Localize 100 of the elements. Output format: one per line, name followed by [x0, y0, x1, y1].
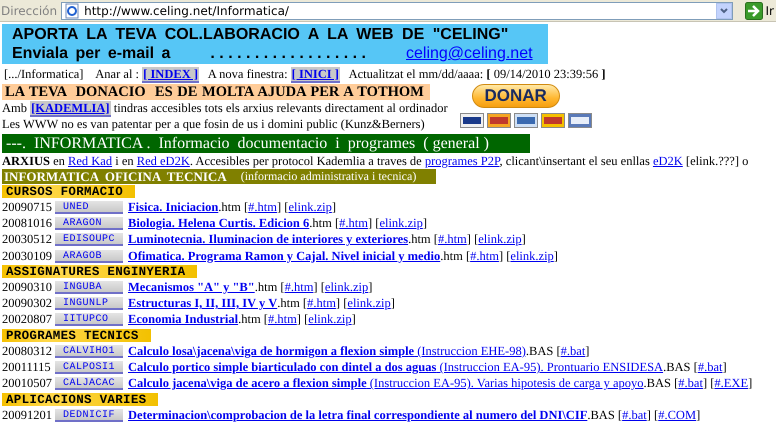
address-label: Dirección — [0, 4, 58, 18]
bracket-text: [ — [673, 376, 678, 392]
file-link[interactable]: Calculo portico simple biarticulado con dintel a dos aguas (Instruccion EA-95). Prontuario ENSIDESA — [128, 360, 664, 376]
code-tag[interactable]: ARAGOB — [55, 250, 123, 263]
download-link[interactable]: #.htm — [248, 200, 277, 215]
download-link[interactable]: elink.zip — [324, 280, 368, 295]
download-link[interactable]: #.EXE — [714, 376, 748, 392]
download-link[interactable]: #.htm — [339, 216, 368, 231]
bracket-text: [ — [473, 232, 478, 248]
date-text: 20030109 — [2, 248, 53, 264]
file-link[interactable]: Luminotecnia. Iluminacion de interiores y exteriores — [128, 232, 408, 248]
date-text: 20090715 — [2, 200, 53, 215]
email-link[interactable]: celing@celing.net — [406, 44, 533, 63]
download-link[interactable]: #.bat — [622, 408, 647, 423]
arxius-text: ARXIUS en Red Kad i en Red eD2K. Accesibles per protocol Kademlia a traves de programes P2P, clicant\insertant el seu enllas eD2K [elink.???] o — [2, 153, 750, 169]
card-icon — [540, 113, 565, 128]
nav-button[interactable]: [KADEMLIA] — [30, 101, 111, 117]
dotted-text: . . . . . . . . . . . . . . . . . . — [210, 44, 366, 63]
download-link[interactable]: #.bat — [678, 376, 703, 392]
bracket-text: ] — [748, 376, 752, 392]
bracket-text: ] — [498, 248, 504, 264]
donate-button[interactable]: DONAR — [472, 84, 560, 108]
bracket-text: ] — [646, 408, 651, 423]
code-tag[interactable]: EDISOUPC — [55, 233, 123, 246]
download-link[interactable]: #.htm — [470, 248, 499, 264]
bracket-text: [ — [302, 296, 308, 312]
download-link[interactable]: #.htm — [438, 232, 467, 248]
download-link[interactable]: elink.zip — [510, 248, 554, 264]
section-header: PROGRAMES TECNICS — [2, 329, 151, 342]
download-link[interactable]: elink.zip — [478, 232, 522, 248]
bracket-text: ] — [313, 280, 318, 295]
date-text: 20011115 — [2, 360, 52, 376]
download-link[interactable]: elink.zip — [347, 296, 391, 312]
category-bar: ---. INFORMATICA . Informacio documentacio i programes ( general ) — [2, 134, 530, 153]
bracket-text: ] — [585, 344, 590, 359]
file-link[interactable]: Fisica. Iniciacion — [128, 200, 218, 215]
link[interactable]: eD2K — [652, 154, 683, 168]
file-link[interactable]: Calculo jacena\viga de acero a flexion simple (Instruccion EA-95). Varias hipotesis de carga y apoyo — [128, 376, 644, 392]
download-link[interactable]: #.bat — [560, 344, 586, 359]
file-link[interactable]: Biologia. Helena Curtis. Edicion 6 — [128, 216, 310, 231]
bracket-text: ] — [522, 232, 526, 248]
code-tag[interactable]: IITUPCO — [55, 313, 123, 326]
file-extension: .htm — [309, 216, 332, 231]
bracket-text: [ — [505, 248, 510, 264]
code-tag[interactable]: CALPOSI1 — [55, 361, 123, 374]
download-link[interactable]: #.COM — [658, 408, 696, 423]
file-link[interactable]: Determinacion\comprobacion de la letra final correspondiente al numero del DNI\CIF — [128, 408, 588, 423]
nav-button[interactable]: [ INICI ] — [290, 67, 340, 83]
file-link[interactable]: Calculo losa\jacena\viga de hormigon a flexion simple (Instruccion EHE-98) — [128, 344, 526, 359]
code-tag[interactable]: INGUBA — [55, 280, 123, 294]
bracket-text: [ — [709, 376, 714, 392]
code-tag[interactable]: CALVIHO1 — [55, 344, 123, 358]
section-header: APLICACIONS VARIES — [2, 392, 158, 406]
code-tag[interactable]: UNED — [55, 200, 123, 214]
bracket-text: [ — [653, 408, 658, 423]
card-icon — [460, 113, 484, 128]
file-link[interactable]: Ofimatica. Programa Ramon y Cajal. Nivel inicial y medio — [128, 248, 440, 264]
card-icon — [514, 113, 538, 128]
link[interactable]: Red Kad — [68, 154, 112, 168]
nav-button[interactable]: [ INDEX ] — [142, 67, 200, 83]
date-text: 20091201 — [2, 408, 53, 423]
card-icon — [486, 113, 511, 128]
bracket-text: [ — [320, 280, 325, 295]
go-button[interactable]: Ir — [762, 4, 776, 18]
bracket-text: ] — [332, 200, 336, 215]
file-link[interactable]: Mecanismos "A" y "B" — [128, 280, 255, 295]
link[interactable]: Red eD2K — [136, 154, 190, 168]
file-extension: .BAS — [587, 408, 615, 423]
file-extension: .htm — [440, 248, 463, 264]
file-extension: .BAS — [526, 344, 554, 359]
date-text: 20081016 — [2, 216, 53, 231]
download-link[interactable]: elink.zip — [308, 312, 352, 328]
bracket-text: [ — [279, 280, 285, 295]
code-tag[interactable]: DEDNICIF — [55, 408, 123, 422]
address-field[interactable]: http://www.celing.net/Informatica/ — [61, 2, 733, 20]
bracket-text: ] — [702, 376, 708, 392]
download-link[interactable]: #.htm — [268, 312, 297, 328]
bracket-text: [ — [262, 312, 268, 328]
kademlia-text: Amb [KADEMLIA] tindras accesibles tots els arxius relevants directament al ordinador — [2, 100, 448, 116]
bracket-text: ] — [466, 232, 471, 248]
file-extension: .htm — [218, 200, 241, 215]
file-link[interactable]: Economia Industrial — [128, 312, 238, 328]
card-icon — [568, 113, 592, 128]
download-link[interactable]: elink.zip — [288, 200, 332, 215]
bracket-text: [ — [432, 232, 438, 248]
file-extension: .htm — [277, 296, 300, 312]
date-text: 20090302 — [2, 296, 53, 312]
bracket-text: [ — [342, 296, 348, 312]
download-link[interactable]: elink.zip — [379, 216, 423, 231]
download-link[interactable]: #.htm — [284, 280, 314, 295]
dropdown-button[interactable] — [716, 2, 732, 18]
date-text: 20010507 — [2, 376, 53, 392]
code-tag[interactable]: ARAGON — [55, 216, 123, 230]
bracket-text: [ — [374, 216, 380, 231]
file-link[interactable]: Estructuras I, II, III, IV y V — [128, 296, 278, 312]
code-tag[interactable]: INGUNLP — [55, 297, 123, 310]
download-link[interactable]: #.bat — [698, 360, 722, 376]
code-tag[interactable]: CALJACAC — [55, 377, 123, 390]
link[interactable]: programes P2P — [424, 154, 500, 168]
download-link[interactable]: #.htm — [307, 296, 336, 312]
